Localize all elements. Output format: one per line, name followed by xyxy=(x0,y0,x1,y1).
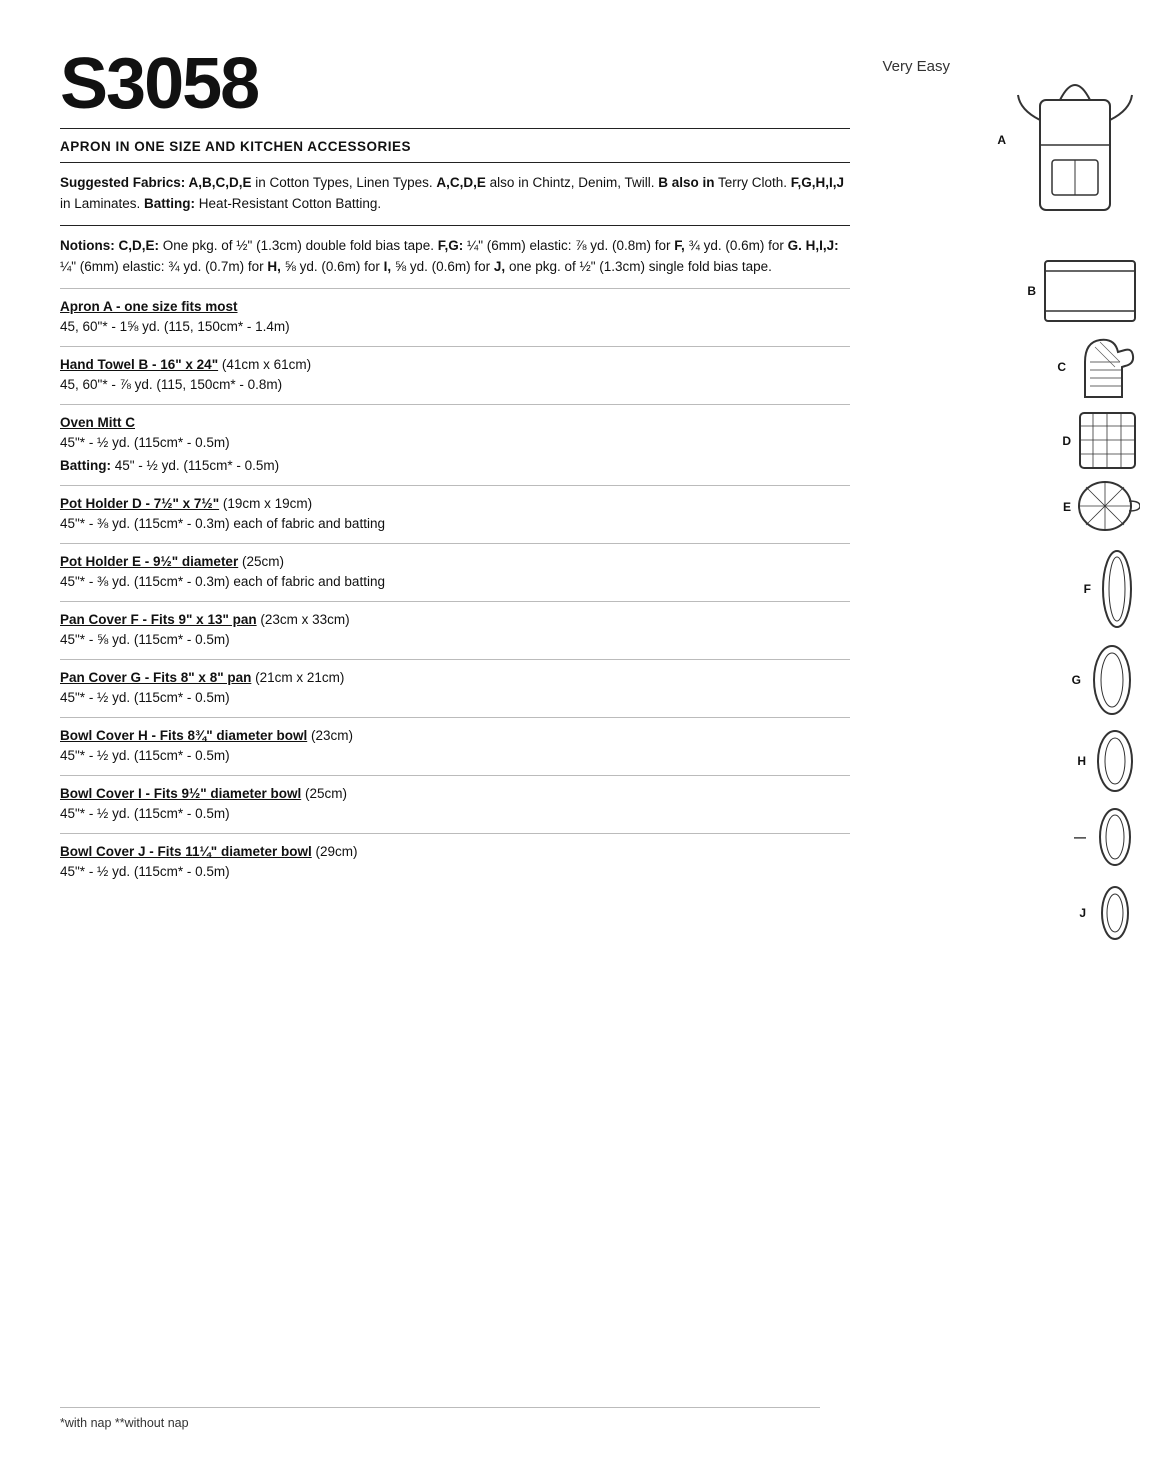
sidebar-apron-a: A xyxy=(940,40,1140,240)
fabrics-paragraph: Suggested Fabrics: A,B,C,D,E in Cotton T… xyxy=(60,173,850,215)
bowlcover-i-illustration xyxy=(1090,802,1140,872)
label-a: A xyxy=(990,133,1006,147)
sidebar-pancover-g: G xyxy=(940,640,1140,720)
label-d: D xyxy=(1055,434,1071,448)
label-f: F xyxy=(1075,582,1091,596)
section-c: Oven Mitt C 45"* - ½ yd. (115cm* - 0.5m)… xyxy=(60,404,850,486)
sidebar-towel-b: B xyxy=(940,256,1140,326)
section-f: Pan Cover F - Fits 9" x 13" pan (23cm x … xyxy=(60,601,850,659)
section-b: Hand Towel B - 16" x 24" (41cm x 61cm) 4… xyxy=(60,346,850,404)
sidebar-mitt-c: C xyxy=(940,332,1140,402)
sidebar-bowlcover-h: H xyxy=(940,726,1140,796)
notions-paragraph: Notions: C,D,E: One pkg. of ½" (1.3cm) d… xyxy=(60,236,850,278)
section-d: Pot Holder D - 7½" x 7½" (19cm x 19cm) 4… xyxy=(60,485,850,543)
label-j: J xyxy=(1070,906,1086,920)
section-g: Pan Cover G - Fits 8" x 8" pan (21cm x 2… xyxy=(60,659,850,717)
section-h: Bowl Cover H - Fits 8¾" diameter bowl (2… xyxy=(60,717,850,775)
sidebar-illustrations: A B C xyxy=(940,40,1140,948)
bowlcover-j-illustration xyxy=(1090,878,1140,948)
footnote: *with nap **without nap xyxy=(60,1407,820,1430)
label-h: H xyxy=(1070,754,1086,768)
sidebar-potholder-d: D xyxy=(940,408,1140,473)
bowlcover-h-illustration xyxy=(1090,726,1140,796)
sidebar-potholder-e: E xyxy=(940,479,1140,534)
section-a: Apron A - one size fits most 45, 60"* - … xyxy=(60,288,850,346)
label-e: E xyxy=(1055,500,1071,514)
potholder-round-illustration xyxy=(1075,479,1140,534)
sidebar-pancover-f: F xyxy=(940,544,1140,634)
label-dash: — xyxy=(1070,830,1086,844)
section-i: Bowl Cover I - Fits 9½" diameter bowl (2… xyxy=(60,775,850,833)
section-e: Pot Holder E - 9½" diameter (25cm) 45"* … xyxy=(60,543,850,601)
label-b: B xyxy=(1020,284,1036,298)
label-g: G xyxy=(1065,673,1081,687)
sidebar-bowlcover-i-dash: — xyxy=(940,802,1140,872)
section-j: Bowl Cover J - Fits 11¼" diameter bowl (… xyxy=(60,833,850,891)
potholder-sq-illustration xyxy=(1075,408,1140,473)
page-title: APRON IN ONE SIZE AND KITCHEN ACCESSORIE… xyxy=(60,139,850,154)
label-c: C xyxy=(1050,360,1066,374)
mitt-illustration xyxy=(1070,332,1140,402)
apron-illustration xyxy=(1010,40,1140,240)
sidebar-bowlcover-j: J xyxy=(940,878,1140,948)
towel-illustration xyxy=(1040,256,1140,326)
pancover-f-illustration xyxy=(1095,544,1140,634)
pancover-g-illustration xyxy=(1085,640,1140,720)
